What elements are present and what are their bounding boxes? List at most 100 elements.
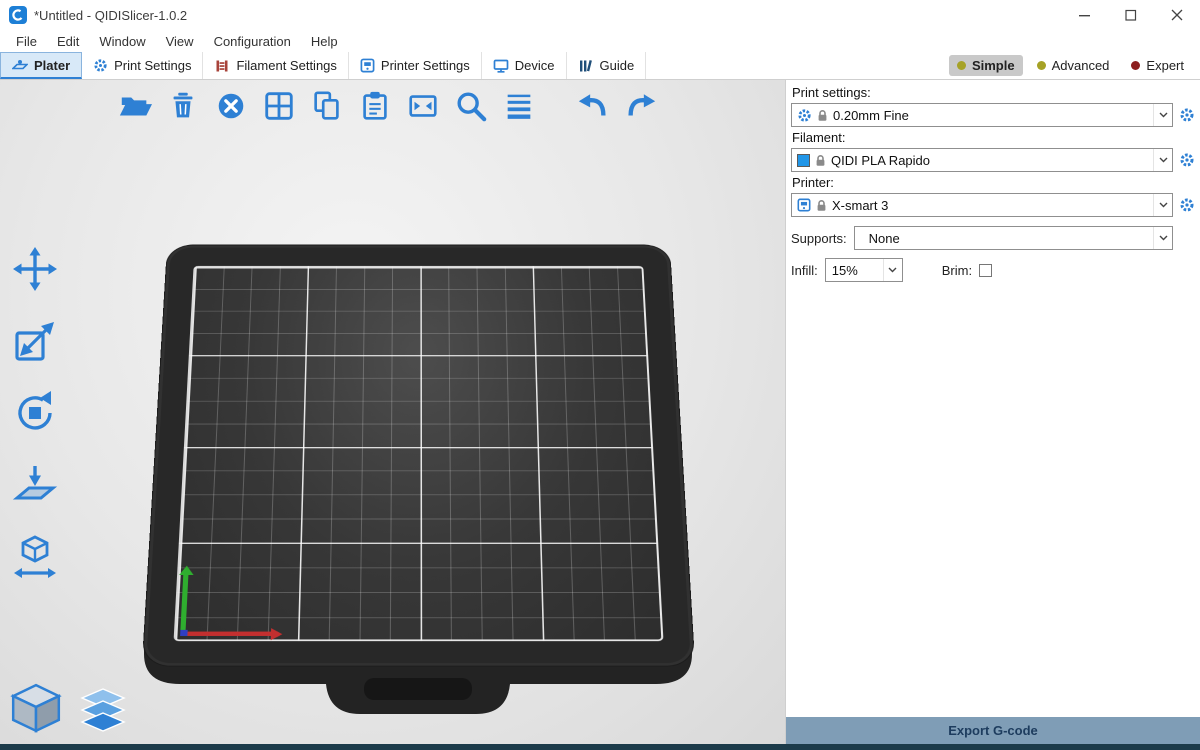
printer-icon <box>797 198 811 212</box>
tab-plater[interactable]: Plater <box>0 52 82 79</box>
print-settings-gear-button[interactable] <box>1178 103 1196 127</box>
chevron-down-icon <box>1153 104 1172 126</box>
expert-mode-dot <box>1131 61 1140 70</box>
search-icon <box>454 89 488 123</box>
menu-window[interactable]: Window <box>89 32 155 51</box>
printer-row: X-smart 3 <box>791 193 1196 217</box>
paste-button[interactable] <box>352 83 397 128</box>
copy-button[interactable] <box>304 83 349 128</box>
minimize-button[interactable] <box>1062 0 1108 30</box>
print-settings-combo[interactable]: 0.20mm Fine <box>791 103 1173 127</box>
tabbar: Plater Print Settings Filament Settings … <box>0 52 1200 80</box>
move-icon <box>10 244 60 294</box>
axis-y-indicator <box>180 574 188 636</box>
infill-row: Infill: 15% Brim: <box>791 258 1196 282</box>
gear-icon <box>1179 152 1195 168</box>
printer-icon <box>360 58 375 73</box>
mode-advanced[interactable]: Advanced <box>1029 55 1118 76</box>
guide-book-icon <box>578 58 594 74</box>
arrange-button[interactable] <box>256 83 301 128</box>
maximize-icon <box>1125 9 1137 21</box>
sidebar: Print settings: 0.20mm Fine Filament: QI… <box>785 80 1200 744</box>
maximize-button[interactable] <box>1108 0 1154 30</box>
place-on-face-tool-button[interactable] <box>6 456 64 514</box>
open-file-button[interactable] <box>112 83 157 128</box>
infill-combo[interactable]: 15% <box>825 258 903 282</box>
tab-print-settings[interactable]: Print Settings <box>82 52 203 79</box>
solid-view-cube-icon <box>8 680 64 736</box>
status-bar <box>0 744 1200 750</box>
variable-layer-height-icon <box>502 89 536 123</box>
layers-preview-button[interactable] <box>78 686 128 736</box>
rotate-icon <box>10 388 60 438</box>
infill-label: Infill: <box>791 263 818 278</box>
gear-icon <box>797 108 812 123</box>
printer-gear-button[interactable] <box>1178 193 1196 217</box>
solid-view-button[interactable] <box>8 680 64 736</box>
viewport-toolbar <box>112 83 663 128</box>
lock-icon <box>817 109 828 122</box>
print-settings-label: Print settings: <box>792 85 1196 100</box>
filament-value: QIDI PLA Rapido <box>831 153 1148 168</box>
printer-value: X-smart 3 <box>832 198 1148 213</box>
measure-icon <box>10 532 60 582</box>
undo-button[interactable] <box>570 83 615 128</box>
split-objects-button[interactable] <box>400 83 445 128</box>
main-area: Print settings: 0.20mm Fine Filament: QI… <box>0 80 1200 744</box>
menu-configuration[interactable]: Configuration <box>204 32 301 51</box>
tab-label: Print Settings <box>114 58 191 73</box>
printer-combo[interactable]: X-smart 3 <box>791 193 1173 217</box>
tab-device[interactable]: Device <box>482 52 567 79</box>
delete-button[interactable] <box>160 83 205 128</box>
filament-combo[interactable]: QIDI PLA Rapido <box>791 148 1173 172</box>
gizmo-toolbar <box>6 240 64 586</box>
tab-guide[interactable]: Guide <box>567 52 647 79</box>
filament-spool-icon <box>214 58 230 74</box>
supports-combo[interactable]: None <box>854 226 1173 250</box>
close-button[interactable] <box>1154 0 1200 30</box>
split-objects-icon <box>406 89 440 123</box>
gear-icon <box>1179 107 1195 123</box>
minimize-icon <box>1079 9 1091 21</box>
supports-label: Supports: <box>791 231 847 246</box>
3d-viewport[interactable] <box>0 80 785 744</box>
supports-row: Supports: None <box>791 226 1196 250</box>
mode-simple[interactable]: Simple <box>949 55 1023 76</box>
search-button[interactable] <box>448 83 493 128</box>
mode-label: Expert <box>1146 58 1184 73</box>
filament-gear-button[interactable] <box>1178 148 1196 172</box>
menu-edit[interactable]: Edit <box>47 32 89 51</box>
app-window: *Untitled - QIDISlicer-1.0.2 File Edit W… <box>0 0 1200 750</box>
brim-label: Brim: <box>942 263 972 278</box>
menu-file[interactable]: File <box>6 32 47 51</box>
scale-tool-button[interactable] <box>6 312 64 370</box>
menu-help[interactable]: Help <box>301 32 348 51</box>
delete-all-button[interactable] <box>208 83 253 128</box>
redo-button[interactable] <box>618 83 663 128</box>
chevron-down-icon <box>1153 194 1172 216</box>
measure-tool-button[interactable] <box>6 528 64 586</box>
simple-mode-dot <box>957 61 966 70</box>
menubar: File Edit Window View Configuration Help <box>0 30 1200 52</box>
tab-printer-settings[interactable]: Printer Settings <box>349 52 482 79</box>
brim-checkbox[interactable] <box>979 264 992 277</box>
mode-label: Simple <box>972 58 1015 73</box>
printer-label: Printer: <box>792 175 1196 190</box>
mode-label: Advanced <box>1052 58 1110 73</box>
infill-value: 15% <box>832 263 878 278</box>
print-bed-frame <box>143 245 694 665</box>
plater-icon <box>12 57 28 73</box>
mode-expert[interactable]: Expert <box>1123 55 1192 76</box>
advanced-mode-dot <box>1037 61 1046 70</box>
tab-filament-settings[interactable]: Filament Settings <box>203 52 348 79</box>
menu-view[interactable]: View <box>156 32 204 51</box>
print-settings-row: 0.20mm Fine <box>791 103 1196 127</box>
move-tool-button[interactable] <box>6 240 64 298</box>
export-gcode-button[interactable]: Export G-code <box>786 717 1200 744</box>
gear-icon <box>93 58 108 73</box>
rotate-tool-button[interactable] <box>6 384 64 442</box>
tab-label: Filament Settings <box>236 58 336 73</box>
delete-icon <box>166 89 200 123</box>
variable-layer-height-button[interactable] <box>496 83 541 128</box>
chevron-down-icon <box>883 259 902 281</box>
